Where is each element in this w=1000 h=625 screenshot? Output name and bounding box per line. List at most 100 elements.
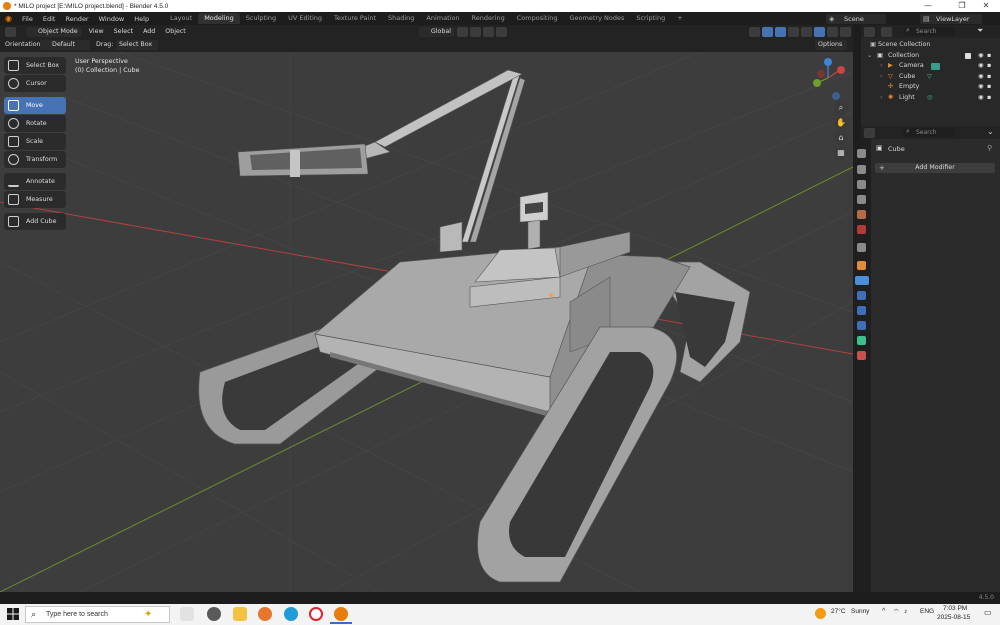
volume-icon[interactable]: ♪ bbox=[904, 608, 908, 615]
orientation-dropdown[interactable]: Default bbox=[40, 40, 90, 50]
chevron-right-icon[interactable]: › bbox=[880, 72, 883, 83]
xray-toggle-icon[interactable] bbox=[788, 26, 799, 37]
eye-icon[interactable]: ◉ bbox=[978, 61, 984, 72]
opera-browser-icon[interactable] bbox=[309, 607, 323, 621]
tab-texture-paint[interactable]: Texture Paint bbox=[328, 13, 382, 24]
camera-render-icon[interactable]: ▪ bbox=[987, 72, 991, 83]
blender-taskbar-icon[interactable] bbox=[334, 607, 348, 621]
outliner-display-mode-icon[interactable] bbox=[881, 27, 892, 37]
camera-render-icon[interactable]: ▪ bbox=[987, 93, 991, 104]
perspective-toggle-icon[interactable]: ▦ bbox=[834, 146, 848, 160]
windows-start-icon[interactable] bbox=[7, 608, 19, 620]
outliner-row-cube[interactable]: › ▽ Cube ▽ ◉ ▪ bbox=[861, 72, 1000, 83]
chevron-right-icon[interactable]: › bbox=[880, 93, 883, 104]
weather-text[interactable]: Sunny bbox=[851, 608, 869, 615]
notifications-icon[interactable]: ▭ bbox=[984, 608, 992, 617]
options-dropdown[interactable]: Options bbox=[815, 40, 847, 50]
tool-move[interactable]: Move bbox=[4, 97, 66, 114]
particles-tab-icon[interactable] bbox=[857, 291, 866, 300]
checkbox-icon[interactable] bbox=[965, 52, 971, 59]
tool-annotate[interactable]: Annotate bbox=[4, 173, 66, 190]
gizmo-toggle-icon[interactable] bbox=[762, 26, 773, 37]
camera-render-icon[interactable]: ▪ bbox=[987, 82, 991, 93]
menu-object[interactable]: Object bbox=[165, 28, 186, 35]
3d-viewport[interactable] bbox=[0, 52, 853, 592]
minimize-button[interactable]: — bbox=[914, 0, 942, 12]
proportional-editing-icon[interactable] bbox=[496, 26, 507, 37]
chevron-right-icon[interactable]: › bbox=[880, 61, 883, 72]
tool-tab-icon[interactable] bbox=[857, 149, 866, 158]
menu-window[interactable]: Window bbox=[94, 15, 130, 23]
snap-options-icon[interactable] bbox=[483, 26, 494, 37]
tab-rendering[interactable]: Rendering bbox=[466, 13, 511, 24]
gizmo-y-icon[interactable] bbox=[813, 79, 821, 87]
tab-compositing[interactable]: Compositing bbox=[511, 13, 564, 24]
eye-icon[interactable]: ◉ bbox=[978, 82, 984, 93]
world-tab-icon[interactable] bbox=[857, 225, 866, 234]
outliner-row-empty[interactable]: ✣ Empty ◉ ▪ bbox=[861, 82, 1000, 93]
menu-render[interactable]: Render bbox=[60, 15, 93, 23]
visibility-icon[interactable] bbox=[749, 26, 760, 37]
constraints-tab-icon[interactable] bbox=[857, 321, 866, 330]
add-modifier-button[interactable]: + Add Modifier bbox=[875, 163, 995, 173]
drag-dropdown[interactable]: Select Box bbox=[116, 40, 158, 50]
task-view-icon[interactable] bbox=[180, 607, 194, 621]
properties-editor-icon[interactable] bbox=[864, 128, 875, 138]
outliner-row-camera[interactable]: › ▶ Camera ◉ ▪ bbox=[861, 61, 1000, 72]
weather-sun-icon[interactable] bbox=[815, 608, 826, 619]
weather-temp[interactable]: 27°C bbox=[831, 608, 846, 615]
camera-render-icon[interactable]: ▪ bbox=[987, 51, 991, 62]
taskbar-search-input[interactable]: ⌕ Type here to search ✦ bbox=[25, 606, 170, 623]
menu-select[interactable]: Select bbox=[114, 28, 133, 35]
clock-time[interactable]: 7:03 PM bbox=[943, 605, 967, 612]
tool-transform[interactable]: Transform bbox=[4, 151, 66, 168]
pan-hand-icon[interactable]: ✋ bbox=[834, 116, 848, 130]
app-sun-icon[interactable] bbox=[258, 607, 272, 621]
outliner-row-light[interactable]: › ✺ Light ◎ ◉ ▪ bbox=[861, 93, 1000, 104]
eye-icon[interactable]: ◉ bbox=[978, 51, 984, 62]
shading-rendered-icon[interactable] bbox=[840, 26, 851, 37]
tool-add-cube[interactable]: Add Cube bbox=[4, 213, 66, 230]
gizmo-z-icon[interactable] bbox=[824, 58, 832, 66]
scene-tab-icon[interactable] bbox=[857, 210, 866, 219]
language-indicator[interactable]: ENG bbox=[920, 608, 934, 615]
zoom-icon[interactable]: ⌕ bbox=[834, 101, 848, 115]
editor-type-icon[interactable] bbox=[5, 26, 16, 37]
physics-tab-icon[interactable] bbox=[857, 306, 866, 315]
tab-geometry-nodes[interactable]: Geometry Nodes bbox=[564, 13, 631, 24]
tool-measure[interactable]: Measure bbox=[4, 191, 66, 208]
transform-orientation-dropdown[interactable]: Global bbox=[418, 26, 454, 37]
gizmo-neg-x-icon[interactable] bbox=[817, 70, 825, 78]
data-tab-icon[interactable] bbox=[857, 336, 866, 345]
object-tab-icon[interactable] bbox=[857, 261, 866, 270]
menu-view[interactable]: View bbox=[89, 28, 104, 35]
outliner-search-input[interactable]: ⌕ Search bbox=[903, 26, 955, 36]
clock-date[interactable]: 2025-08-15 bbox=[937, 614, 970, 621]
tool-rotate[interactable]: Rotate bbox=[4, 115, 66, 132]
modifier-tab-icon[interactable] bbox=[855, 276, 869, 285]
eye-icon[interactable]: ◉ bbox=[978, 93, 984, 104]
edge-browser-icon[interactable] bbox=[284, 607, 298, 621]
tab-uv-editing[interactable]: UV Editing bbox=[282, 13, 328, 24]
snap-icon[interactable] bbox=[470, 26, 481, 37]
render-tab-icon[interactable] bbox=[857, 165, 866, 174]
output-tab-icon[interactable] bbox=[857, 180, 866, 189]
camera-render-icon[interactable]: ▪ bbox=[987, 61, 991, 72]
tool-select-box[interactable]: Select Box bbox=[4, 57, 66, 74]
tab-sculpting[interactable]: Sculpting bbox=[240, 13, 282, 24]
network-icon[interactable]: ⌔ bbox=[893, 608, 900, 617]
menu-add[interactable]: Add bbox=[143, 28, 155, 35]
shading-material-icon[interactable] bbox=[827, 26, 838, 37]
outliner-row-collection[interactable]: ⌄ ▣ Collection ◉ ▪ bbox=[861, 51, 1000, 62]
add-workspace-button[interactable]: + bbox=[671, 13, 688, 24]
chevron-down-icon[interactable]: ⌄ bbox=[867, 51, 872, 62]
eye-icon[interactable]: ◉ bbox=[978, 72, 984, 83]
camera-view-icon[interactable]: ⌂ bbox=[834, 131, 848, 145]
tab-animation[interactable]: Animation bbox=[420, 13, 465, 24]
gizmo-neg-z-icon[interactable] bbox=[832, 92, 840, 100]
menu-help[interactable]: Help bbox=[129, 15, 154, 23]
view-layer-selector[interactable]: ▤ ViewLayer bbox=[920, 14, 982, 24]
tab-scripting[interactable]: Scripting bbox=[630, 13, 671, 24]
material-tab-icon[interactable] bbox=[857, 351, 866, 360]
menu-edit[interactable]: Edit bbox=[38, 15, 61, 23]
